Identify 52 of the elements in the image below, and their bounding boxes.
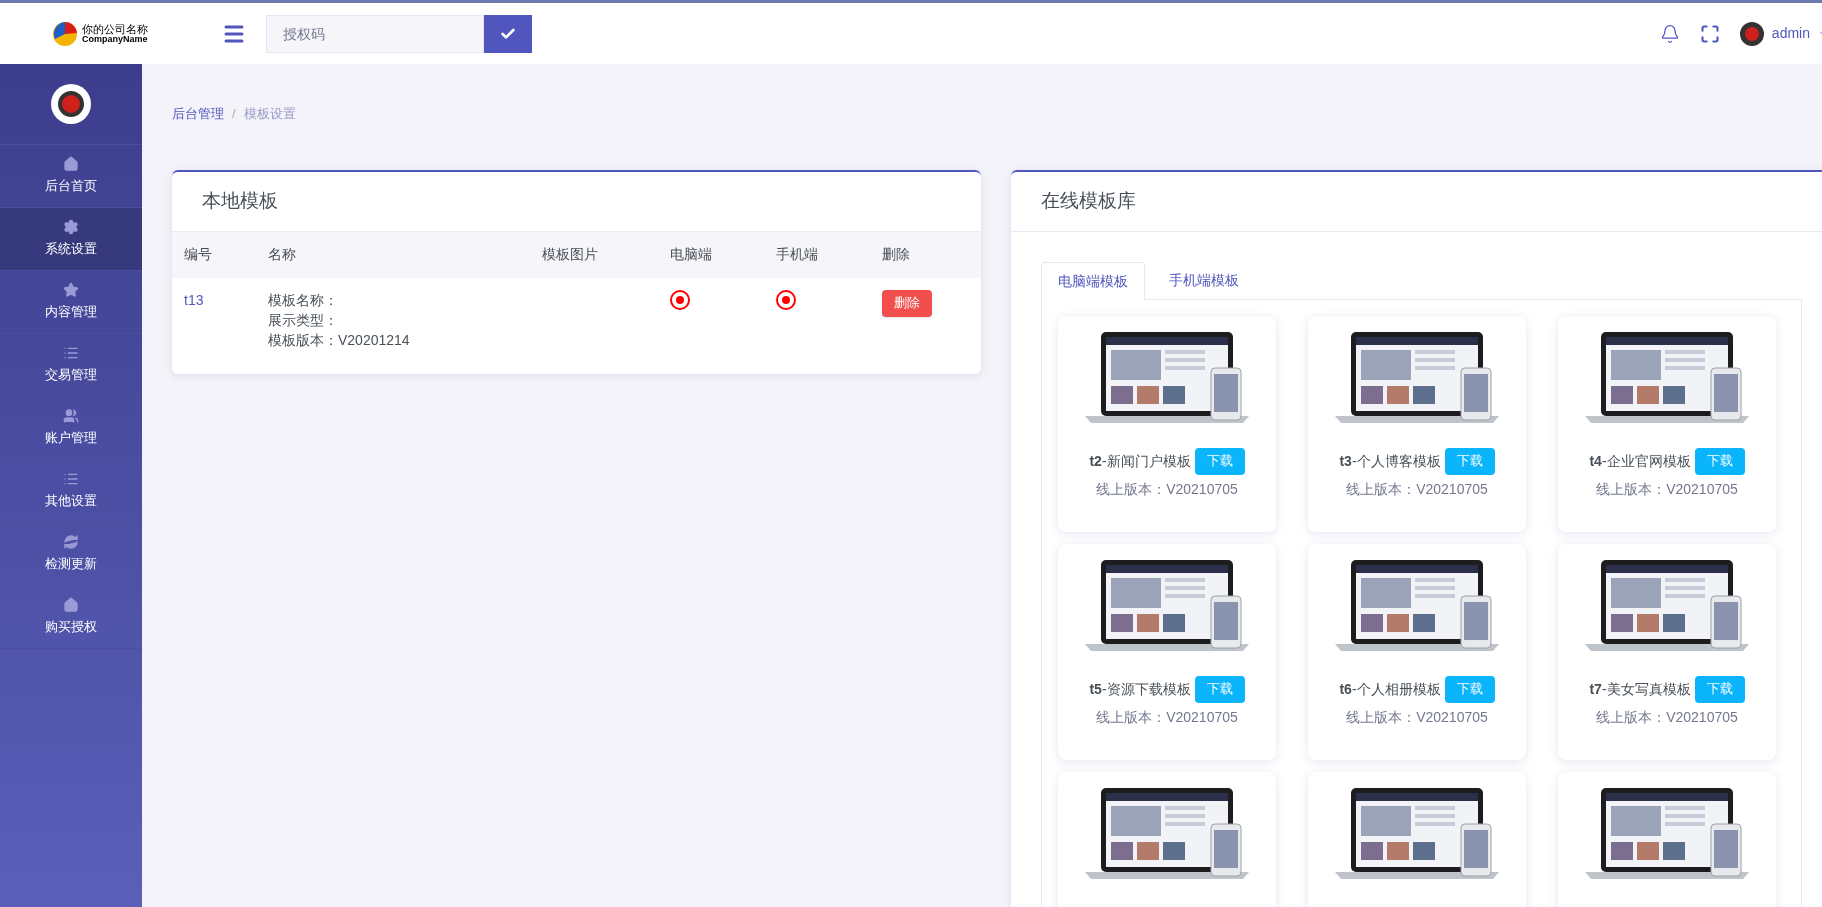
sidebar-item[interactable]: 购买授权 [0, 586, 142, 649]
column-header: 名称 [268, 245, 297, 264]
confirm-button[interactable] [484, 14, 532, 53]
template-title: t6-个人相册模板 [1339, 679, 1441, 699]
table-cell-text: 展示类型： [268, 310, 339, 330]
column-header: 编号 [184, 245, 213, 264]
delete-button[interactable]: 删除 [882, 289, 932, 317]
breadcrumb-item[interactable]: 后台管理 [172, 104, 224, 124]
sidebar-item-icon [63, 408, 79, 425]
sidebar-item-icon [63, 156, 79, 173]
logo-icon [52, 20, 78, 47]
template-title: t3-个人博客模板 [1339, 451, 1441, 471]
column-header: 模板图片 [542, 245, 599, 264]
license-code-field[interactable]: 授权码 [266, 14, 484, 53]
company-name: 你的公司名称 [82, 23, 148, 35]
sidebar-item-icon [63, 282, 79, 299]
card-title: 本地模板 [172, 171, 981, 232]
sidebar-item-icon [63, 219, 79, 236]
table-cell-text: t13 [184, 290, 205, 310]
breadcrumb-item: 模板设置 [243, 105, 296, 123]
notification-icon[interactable] [1659, 23, 1680, 44]
username[interactable]: admin [1771, 23, 1810, 44]
tab[interactable]: 电脑端模板 [1041, 261, 1145, 300]
sidebar-item-icon [63, 597, 79, 614]
sidebar-item[interactable]: 系统设置 [0, 208, 142, 271]
template-title: t2-新闻门户模板 [1089, 451, 1191, 471]
column-header: 电脑端 [670, 245, 713, 264]
template-version: 线上版本：V20210705 [1096, 479, 1238, 499]
template-version: 线上版本：V20210705 [1346, 707, 1488, 727]
breadcrumb-separator: / [232, 105, 236, 123]
template-version: 线上版本：V20210705 [1596, 707, 1738, 727]
template-version: 线上版本：V20210705 [1096, 707, 1238, 727]
column-header: 手机端 [776, 245, 819, 264]
table-cell-text: 模板名称： [268, 290, 339, 310]
fullscreen-icon[interactable] [1699, 23, 1720, 44]
sidebar-item[interactable]: 其他设置 [0, 460, 142, 523]
sidebar-item[interactable]: 内容管理 [0, 271, 142, 334]
company-subtitle: CompanyName [82, 34, 148, 44]
template-title: t5-资源下载模板 [1089, 679, 1191, 699]
tab[interactable]: 手机端模板 [1153, 261, 1255, 300]
template-version: 线上版本：V20210705 [1596, 479, 1738, 499]
sidebar-item[interactable]: 账户管理 [0, 397, 142, 460]
card-title: 在线模板库 [1011, 171, 1822, 232]
sidebar-item-icon [63, 534, 79, 551]
table-cell-text: 模板版本：V20201214 [268, 330, 411, 350]
sidebar-item[interactable]: 检测更新 [0, 523, 142, 586]
template-title: t4-企业官网模板 [1589, 451, 1691, 471]
user-avatar[interactable] [1739, 21, 1764, 46]
template-title: t7-美女写真模板 [1589, 679, 1691, 699]
sidebar-item[interactable]: 交易管理 [0, 334, 142, 397]
template-version: 线上版本：V20210705 [1346, 479, 1488, 499]
column-header: 删除 [882, 245, 911, 264]
